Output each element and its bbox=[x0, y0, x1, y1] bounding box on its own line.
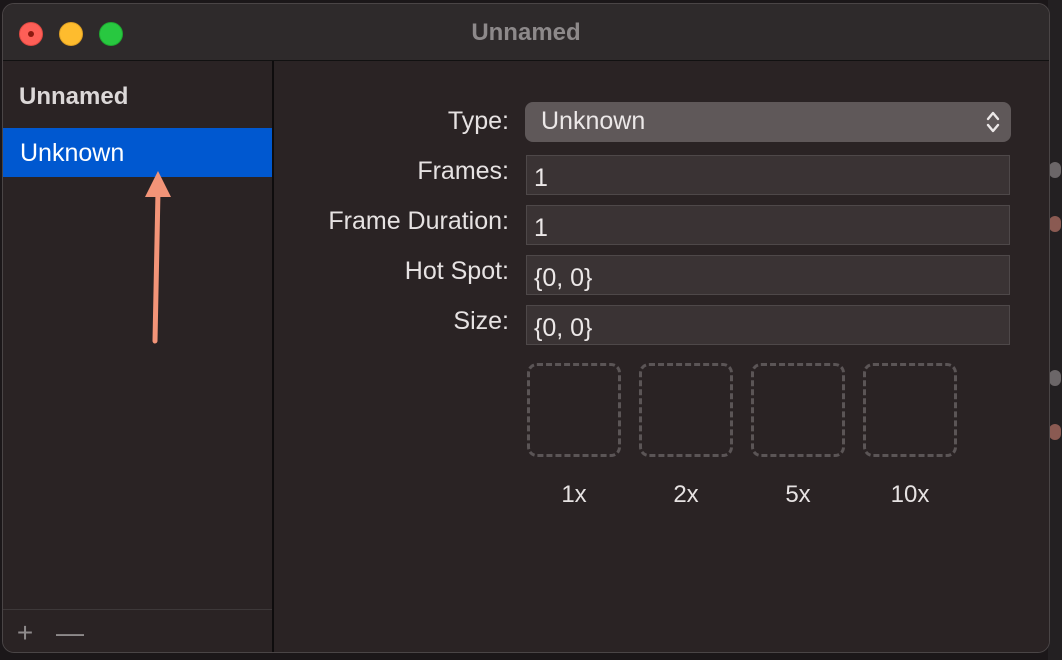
hot-spot-label: Hot Spot: bbox=[404, 257, 509, 285]
background-control-icon bbox=[1049, 424, 1061, 440]
preview-label-2x: 2x bbox=[673, 481, 699, 508]
type-selected-value: Unknown bbox=[541, 107, 646, 135]
background-control-icon bbox=[1049, 162, 1061, 178]
frames-value: 1 bbox=[534, 164, 548, 192]
window-title: Unnamed bbox=[471, 19, 581, 46]
sidebar-footer-divider bbox=[3, 609, 272, 610]
type-popup-button[interactable]: Unknown bbox=[525, 102, 1011, 142]
frame-duration-value: 1 bbox=[534, 214, 548, 242]
preview-well-2x[interactable] bbox=[639, 363, 733, 457]
preview-label-5x: 5x bbox=[785, 481, 811, 508]
title-bar[interactable]: Unnamed bbox=[3, 4, 1049, 61]
sidebar-item-unknown[interactable]: Unknown bbox=[3, 128, 272, 177]
up-down-chevron-icon bbox=[986, 111, 1000, 133]
background-control-icon bbox=[1049, 216, 1061, 232]
sidebar-item-label: Unknown bbox=[20, 139, 125, 167]
sidebar: Unnamed Unknown + — bbox=[3, 61, 274, 652]
background-control-icon bbox=[1049, 370, 1061, 386]
plus-icon[interactable]: + bbox=[12, 619, 38, 647]
preview-well-10x[interactable] bbox=[863, 363, 957, 457]
preview-well-5x[interactable] bbox=[751, 363, 845, 457]
type-label: Type: bbox=[447, 107, 509, 135]
cursor-editor-window: Unnamed Unnamed Unknown + — Type: Unknow… bbox=[2, 3, 1050, 653]
hot-spot-value: {0, 0} bbox=[534, 264, 593, 292]
size-value: {0, 0} bbox=[534, 314, 593, 342]
preview-well-1x[interactable] bbox=[527, 363, 621, 457]
size-field[interactable]: {0, 0} bbox=[526, 305, 1010, 345]
frames-label: Frames: bbox=[417, 157, 509, 185]
preview-label-1x: 1x bbox=[561, 481, 587, 508]
frame-duration-label: Frame Duration: bbox=[328, 207, 509, 235]
detail-pane: Type: Unknown Frames: 1 Frame Duration: … bbox=[274, 61, 1049, 652]
sidebar-header: Unnamed bbox=[19, 83, 129, 110]
size-label: Size: bbox=[453, 307, 509, 335]
background-window-edge bbox=[1048, 0, 1062, 660]
frame-duration-field[interactable]: 1 bbox=[526, 205, 1010, 245]
frames-field[interactable]: 1 bbox=[526, 155, 1010, 195]
hot-spot-field[interactable]: {0, 0} bbox=[526, 255, 1010, 295]
minus-icon[interactable]: — bbox=[56, 619, 84, 647]
preview-label-10x: 10x bbox=[890, 481, 930, 508]
